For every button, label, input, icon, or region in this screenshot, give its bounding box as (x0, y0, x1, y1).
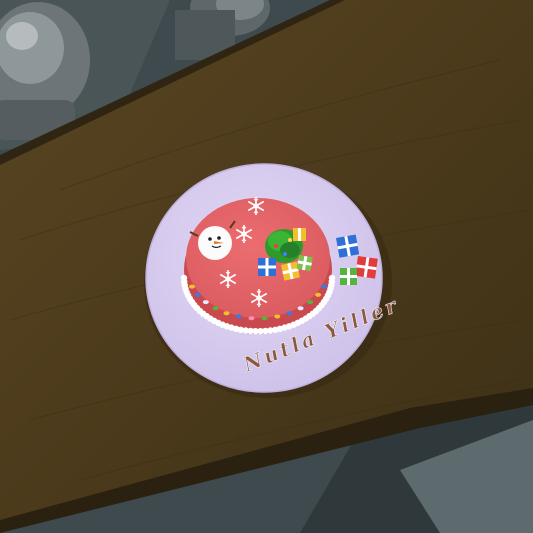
sprinkle-dot (297, 306, 304, 311)
sprinkle-dot (315, 292, 322, 297)
sprinkle-dot (286, 311, 293, 316)
sprinkle-dot (189, 284, 195, 289)
sprinkle-dot (248, 316, 255, 321)
sprinkle-dot (307, 300, 314, 305)
sprinkle-dot (223, 311, 230, 316)
frosting-bead (180, 274, 188, 282)
sprinkle-dot (261, 316, 268, 321)
sprinkle-dot (194, 292, 201, 297)
sprinkle-dot (235, 314, 242, 319)
sprinkle-dot (212, 306, 219, 311)
sprinkle-dot (202, 300, 209, 305)
scene-canvas: Nutla Yiller (0, 0, 533, 533)
sprinkle-dot (274, 314, 281, 319)
sprinkle-dot (321, 284, 327, 289)
game-viewport: Nutla Yiller (0, 0, 533, 533)
